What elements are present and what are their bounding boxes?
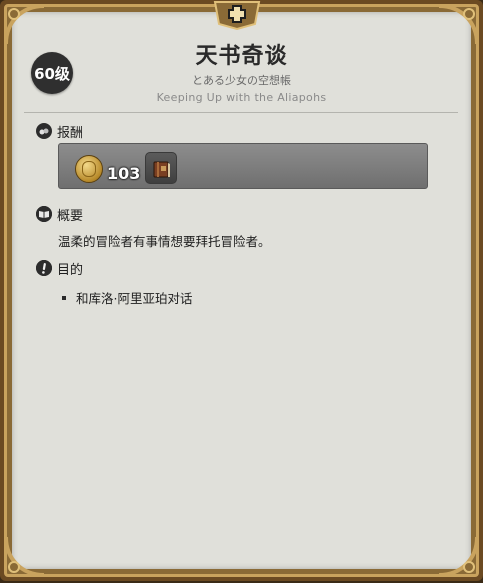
summary-section-header: 概要 (36, 205, 83, 223)
gil-coin-icon[interactable] (75, 155, 103, 183)
exclamation-icon (36, 260, 52, 276)
header-divider (24, 112, 458, 113)
quest-crest-icon (211, 0, 263, 30)
quest-subtitle-japanese: とある少女の空想帳 (0, 72, 483, 88)
objective-text: 和库洛·阿里亚珀对话 (76, 288, 192, 307)
reward-label: 报酬 (57, 122, 83, 141)
reward-box: 103 (58, 143, 428, 189)
reward-section-header: 报酬 (36, 122, 83, 140)
objective-list-item: 和库洛·阿里亚珀对话 (62, 288, 192, 307)
objective-section-header: 目的 (36, 259, 83, 277)
book-icon (36, 206, 52, 222)
quest-subtitle-english: Keeping Up with the Aliapohs (0, 91, 483, 104)
objective-label: 目的 (57, 259, 83, 278)
reward-item-slot[interactable] (145, 152, 177, 184)
bullet-icon (62, 296, 66, 300)
summary-label: 概要 (57, 205, 83, 224)
gil-amount: 103 (107, 164, 140, 183)
book-item-icon (152, 159, 172, 179)
summary-text: 温柔的冒险者有事情想要拜托冒险者。 (58, 231, 271, 250)
quest-title: 天书奇谈 (0, 38, 483, 70)
coin-bag-icon (36, 123, 52, 139)
